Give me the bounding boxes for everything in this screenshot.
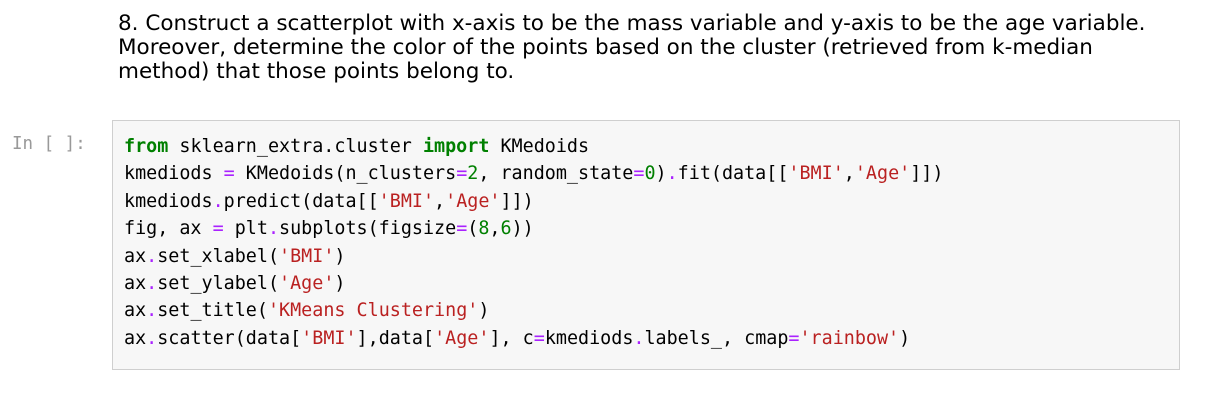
code-token: .	[633, 327, 645, 349]
code-token: 'BMI'	[279, 245, 335, 267]
code-token: =	[456, 218, 468, 240]
code-token: from	[124, 136, 169, 157]
cell-prompt: In [ ]:	[12, 134, 86, 154]
code-token: )	[334, 245, 346, 267]
code-line: kmediods = KMedoids(n_clusters=2, random…	[124, 160, 943, 187]
code-token: ax	[124, 327, 147, 349]
code-token: =	[212, 218, 224, 240]
code-token: 2	[467, 163, 479, 185]
code-token: =	[533, 327, 545, 349]
code-token: .	[267, 218, 280, 240]
code-token: scatter(data[	[157, 327, 302, 349]
code-token: 0	[644, 163, 656, 185]
code-editor[interactable]: from sklearn_extra.cluster import KMedoi…	[124, 133, 943, 352]
code-token: KMedoids(n_clusters	[234, 163, 457, 185]
code-token: kmediods	[124, 190, 213, 212]
code-token: KMedoids	[489, 136, 590, 157]
code-token: 'Age'	[279, 272, 335, 294]
code-line: ax.set_title('KMeans Clustering')	[124, 297, 943, 324]
code-token: 8	[478, 218, 490, 240]
markdown-cell[interactable]: 8. Construct a scatterplot with x-axis t…	[118, 12, 1178, 84]
code-token: )	[899, 327, 911, 349]
question-text: 8. Construct a scatterplot with x-axis t…	[118, 11, 1146, 84]
code-line: from sklearn_extra.cluster import KMedoi…	[124, 133, 943, 160]
code-token: ax	[124, 300, 147, 322]
code-token: =	[788, 327, 800, 349]
code-token: .	[146, 327, 158, 349]
code-token: ax	[124, 245, 147, 267]
code-line: ax.set_ylabel('Age')	[124, 270, 943, 297]
code-cell[interactable]: from sklearn_extra.cluster import KMedoi…	[112, 120, 1180, 370]
code-token: subplots(figsize	[279, 218, 457, 240]
code-token: ,	[489, 218, 501, 240]
code-token: .	[212, 190, 224, 212]
code-token: kmediods	[124, 163, 224, 185]
code-token: .	[146, 272, 158, 294]
code-token: plt	[223, 218, 268, 240]
code-token: labels_, cmap	[644, 327, 789, 349]
code-token: =	[633, 163, 645, 185]
code-token: 'KMeans Clustering'	[267, 300, 479, 322]
code-token: ]])	[910, 163, 944, 185]
code-token: fit(data[[	[677, 163, 789, 185]
code-token: ], c	[489, 327, 534, 349]
code-line: ax.scatter(data['BMI'],data['Age'], c=km…	[124, 325, 943, 352]
code-line: kmediods.predict(data[['BMI','Age']])	[124, 188, 943, 215]
code-token: set_title(	[157, 300, 268, 322]
code-token: .	[146, 300, 158, 322]
code-token: 'rainbow'	[799, 327, 900, 349]
code-line: fig, ax = plt.subplots(figsize=(8,6))	[124, 215, 943, 242]
code-token: .	[146, 245, 158, 267]
code-token: import	[422, 136, 490, 157]
code-token: 'BMI'	[788, 163, 844, 185]
code-token: )	[478, 300, 490, 322]
code-token: 'Age'	[445, 190, 501, 212]
code-token: set_ylabel(	[157, 272, 280, 294]
code-token: ]])	[500, 190, 534, 212]
code-token: ],data[	[356, 327, 435, 349]
code-token: ,	[434, 190, 446, 212]
code-token: ax	[124, 272, 147, 294]
code-token: kmediods	[544, 327, 634, 349]
code-line: ax.set_xlabel('BMI')	[124, 243, 943, 270]
code-token: )	[655, 163, 667, 185]
code-token: 'Age'	[854, 163, 911, 185]
code-token: , random_state	[478, 163, 634, 185]
code-token: 6	[500, 218, 512, 240]
code-token: =	[456, 163, 468, 185]
code-token: fig, ax	[124, 218, 213, 240]
code-token: .	[666, 163, 678, 185]
code-token: =	[223, 163, 235, 185]
code-token: sklearn_extra.cluster	[168, 136, 423, 157]
code-token: 'BMI'	[378, 190, 435, 212]
code-token: )	[334, 272, 346, 294]
code-token: 'Age'	[434, 327, 490, 349]
code-token: (	[467, 218, 479, 240]
code-token: set_xlabel(	[157, 245, 280, 267]
code-token: ,	[843, 163, 855, 185]
code-token: 'BMI'	[301, 327, 357, 349]
code-token: ))	[511, 218, 534, 240]
code-token: predict(data[[	[223, 190, 379, 212]
